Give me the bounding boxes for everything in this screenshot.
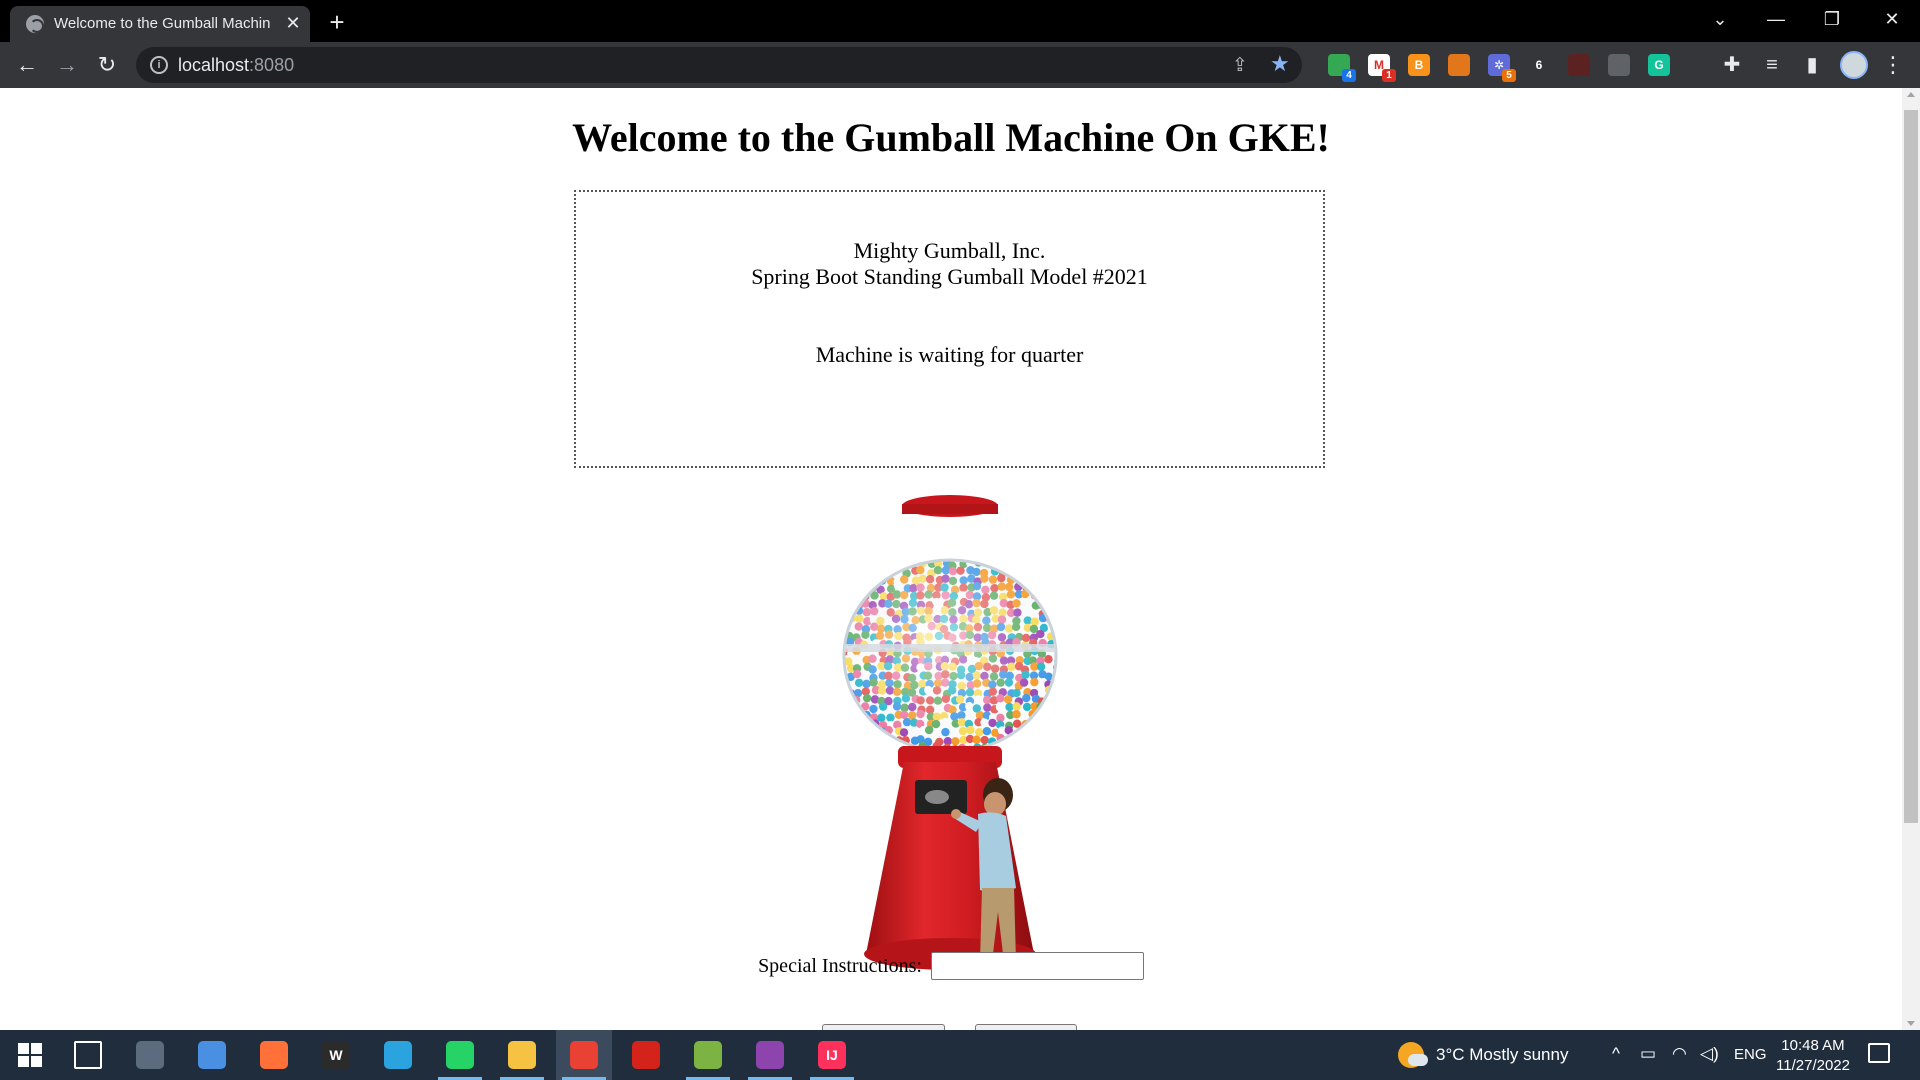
gmail-extension-icon[interactable]: M1 (1368, 54, 1396, 82)
extension-badge: 5 (1502, 69, 1516, 82)
browser-toolbar: ← → ↻ i localhost:8080 ⇪ ★ ✚ ≡ ▮ ⋮ 4 M 1 B ✲… (0, 42, 1920, 88)
restore-button[interactable]: ❐ (1812, 4, 1852, 34)
forward-button[interactable]: → (52, 51, 82, 79)
extensions-puzzle-icon[interactable]: ✚ (1720, 52, 1744, 78)
special-instructions-label: Special Instructions: (758, 954, 922, 977)
tray-chevron-icon[interactable]: ^ (1612, 1044, 1620, 1064)
notepad-app-icon (694, 1041, 722, 1069)
site-info-icon[interactable]: i (150, 56, 168, 74)
tab-strip: Welcome to the Gumball Machin ✕ + ⌄ — ❐ … (0, 0, 1920, 42)
task-view-button[interactable] (60, 1030, 116, 1080)
key-extension-icon[interactable] (1688, 54, 1710, 76)
windows-logo-icon (18, 1043, 42, 1067)
model-name: Spring Boot Standing Gumball Model #2021 (751, 264, 1148, 289)
calculator-app-icon (136, 1041, 164, 1069)
notification-center-icon[interactable] (1868, 1043, 1890, 1063)
grammarly-extension-icon[interactable]: G (1648, 54, 1670, 76)
volume-icon[interactable]: ◁) (1700, 1044, 1719, 1064)
start-button[interactable] (2, 1030, 58, 1080)
glass-globe (842, 558, 1058, 754)
bitcoin-extension-icon[interactable]: B (1408, 54, 1430, 76)
bookmark-star-icon[interactable]: ★ (1270, 51, 1290, 77)
telegram-app-icon (384, 1041, 412, 1069)
page-viewport: Welcome to the Gumball Machine On GKE! M… (0, 88, 1902, 1030)
machine-state: Machine is waiting for quarter (815, 342, 1084, 367)
tab-search-chevron-icon[interactable]: ⌄ (1700, 4, 1740, 34)
scrollbar-thumb[interactable] (1904, 110, 1918, 823)
globe-icon (26, 15, 44, 33)
intellij-app-button[interactable]: IJ (804, 1030, 860, 1080)
special-instructions-row: Special Instructions: (0, 952, 1902, 980)
scroll-down-icon[interactable] (1907, 1021, 1915, 1026)
new-tab-button[interactable]: + (322, 8, 352, 36)
wifi-icon[interactable]: ◠ (1672, 1044, 1687, 1064)
file-explorer-app-icon (508, 1041, 536, 1069)
close-window-button[interactable]: ✕ (1872, 4, 1912, 34)
clock-time: 10:48 AM (1781, 1037, 1845, 1054)
file-explorer-app-button[interactable] (494, 1030, 550, 1080)
url-text[interactable]: localhost:8080 (178, 55, 294, 76)
calculator-app-button[interactable] (122, 1030, 178, 1080)
weather-text[interactable]: 3°C Mostly sunny (1436, 1045, 1568, 1065)
side-panel-icon[interactable]: ▮ (1800, 52, 1824, 78)
special-instructions-input[interactable] (930, 952, 1144, 980)
sheets-extension-icon[interactable]: 4 (1328, 54, 1356, 82)
notepad-app-button[interactable] (680, 1030, 736, 1080)
weather-icon[interactable] (1398, 1042, 1428, 1068)
acrobat-app-icon (632, 1041, 660, 1069)
chrome-app-button[interactable] (556, 1030, 612, 1080)
acrobat-app-button[interactable] (618, 1030, 674, 1080)
reading-list-icon[interactable]: ≡ (1760, 52, 1784, 78)
pdf-extension-icon[interactable] (1568, 54, 1590, 76)
page-scrollbar[interactable] (1902, 88, 1920, 1030)
whatsapp-app-button[interactable] (432, 1030, 488, 1080)
winrar-app-icon (756, 1041, 784, 1069)
extension-badge: 4 (1342, 69, 1356, 82)
clock-date: 11/27/2022 (1776, 1057, 1850, 1074)
windows-taskbar: 3°C Mostly sunny ^ ▭ ◠ ◁) ENG 10:48 AM 1… (0, 1030, 1920, 1080)
telegram-app-button[interactable] (370, 1030, 426, 1080)
firefox-app-button[interactable] (246, 1030, 302, 1080)
company-name: Mighty Gumball, Inc. (853, 238, 1046, 263)
chromium-app-button[interactable] (184, 1030, 240, 1080)
chrome-menu-icon[interactable]: ⋮ (1882, 51, 1904, 79)
grid-extension-icon[interactable] (1608, 54, 1630, 76)
chromium-app-icon (198, 1041, 226, 1069)
webstorm-app-button[interactable]: W (308, 1030, 364, 1080)
metamask-extension-icon[interactable] (1448, 54, 1470, 76)
tab-title: Welcome to the Gumball Machin (54, 15, 271, 32)
browser-tab[interactable]: Welcome to the Gumball Machin ✕ (10, 6, 310, 42)
intellij-app-icon: IJ (818, 1041, 846, 1069)
flower-extension-icon[interactable]: ✲ 5 (1488, 54, 1516, 82)
extension-badge: 1 (1382, 69, 1396, 82)
gumball-machine-image (842, 495, 1058, 970)
back-button[interactable]: ← (12, 51, 42, 79)
whatsapp-app-icon (446, 1041, 474, 1069)
chrome-app-icon (570, 1041, 598, 1069)
share-icon[interactable]: ⇪ (1232, 54, 1248, 77)
lock-extension-icon[interactable]: 6 (1528, 54, 1550, 76)
scroll-up-icon[interactable] (1907, 92, 1915, 97)
page-title: Welcome to the Gumball Machine On GKE! (572, 115, 1330, 160)
winrar-app-button[interactable] (742, 1030, 798, 1080)
reload-button[interactable]: ↻ (92, 51, 122, 79)
task-view-icon (74, 1041, 102, 1069)
language-indicator[interactable]: ENG (1734, 1046, 1767, 1063)
taskbar-clock[interactable]: 10:48 AM 11/27/2022 (1770, 1036, 1856, 1076)
machine-status-box: Mighty Gumball, Inc. Spring Boot Standin… (574, 190, 1325, 468)
firefox-app-icon (260, 1041, 288, 1069)
webstorm-app-icon: W (322, 1041, 350, 1069)
address-bar[interactable]: i localhost:8080 ⇪ ★ (136, 47, 1302, 83)
battery-icon[interactable]: ▭ (1640, 1044, 1656, 1064)
close-tab-icon[interactable]: ✕ (282, 12, 304, 34)
profile-avatar[interactable] (1840, 51, 1868, 79)
minimize-button[interactable]: — (1756, 4, 1796, 34)
